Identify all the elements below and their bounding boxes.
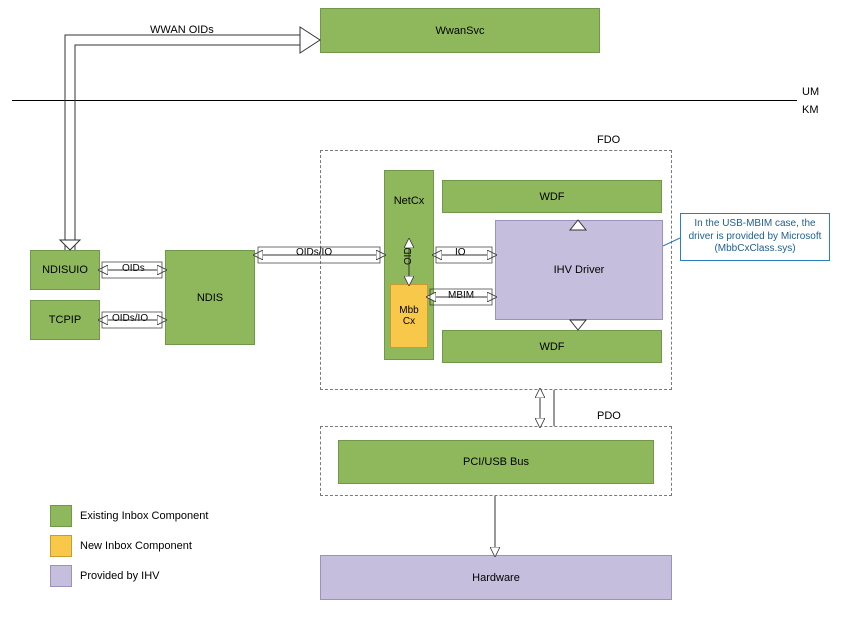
hardware-label: Hardware: [472, 572, 520, 584]
netcx-label: NetCx: [394, 195, 425, 207]
pci-usb-bus-label: PCI/USB Bus: [463, 456, 529, 468]
ihv-driver-label: IHV Driver: [554, 264, 605, 276]
legend-swatch-ihv: [50, 565, 72, 587]
tcpip-label: TCPIP: [49, 314, 81, 326]
um-label: UM: [802, 86, 819, 98]
io-arrow-label: IO: [455, 247, 466, 258]
um-km-divider: [12, 100, 797, 101]
legend-ihv-label: Provided by IHV: [80, 570, 159, 582]
legend-existing-label: Existing Inbox Component: [80, 510, 208, 522]
fdo-label: FDO: [597, 134, 620, 146]
ndis-label: NDIS: [197, 292, 223, 304]
ndisuio-box: NDISUIO: [30, 250, 100, 290]
km-label: KM: [802, 104, 819, 116]
wdf-bottom-label: WDF: [539, 341, 564, 353]
wdf-top-box: WDF: [442, 180, 662, 213]
wdf-top-label: WDF: [539, 191, 564, 203]
pci-usb-bus-box: PCI/USB Bus: [338, 440, 654, 484]
oids-arrow-label: OIDs: [122, 263, 145, 274]
usb-mbim-callout: In the USB-MBIM case, the driver is prov…: [680, 213, 830, 261]
ndisuio-label: NDISUIO: [42, 264, 88, 276]
legend-new-label: New Inbox Component: [80, 540, 192, 552]
legend-swatch-existing: [50, 505, 72, 527]
wwansvc-box: WwanSvc: [320, 8, 600, 53]
oids-io-arrow-label: OIDs/IO: [112, 313, 148, 324]
tcpip-box: TCPIP: [30, 300, 100, 340]
mbbcx-label: Mbb Cx: [399, 305, 418, 327]
mbbcx-box: Mbb Cx: [390, 284, 428, 348]
wwan-oids-arrow-label: WWAN OIDs: [150, 24, 214, 36]
mbim-arrow-label: MBIM: [448, 290, 474, 301]
hardware-box: Hardware: [320, 555, 672, 600]
wwansvc-label: WwanSvc: [436, 25, 485, 37]
wdf-bottom-box: WDF: [442, 330, 662, 363]
ndis-box: NDIS: [165, 250, 255, 345]
oid-arrow-label: OID: [403, 247, 414, 265]
legend-swatch-new: [50, 535, 72, 557]
fdo-oids-io-arrow-label: OIDs/IO: [296, 247, 332, 258]
ihv-driver-box: IHV Driver: [495, 220, 663, 320]
pdo-label: PDO: [597, 410, 621, 422]
